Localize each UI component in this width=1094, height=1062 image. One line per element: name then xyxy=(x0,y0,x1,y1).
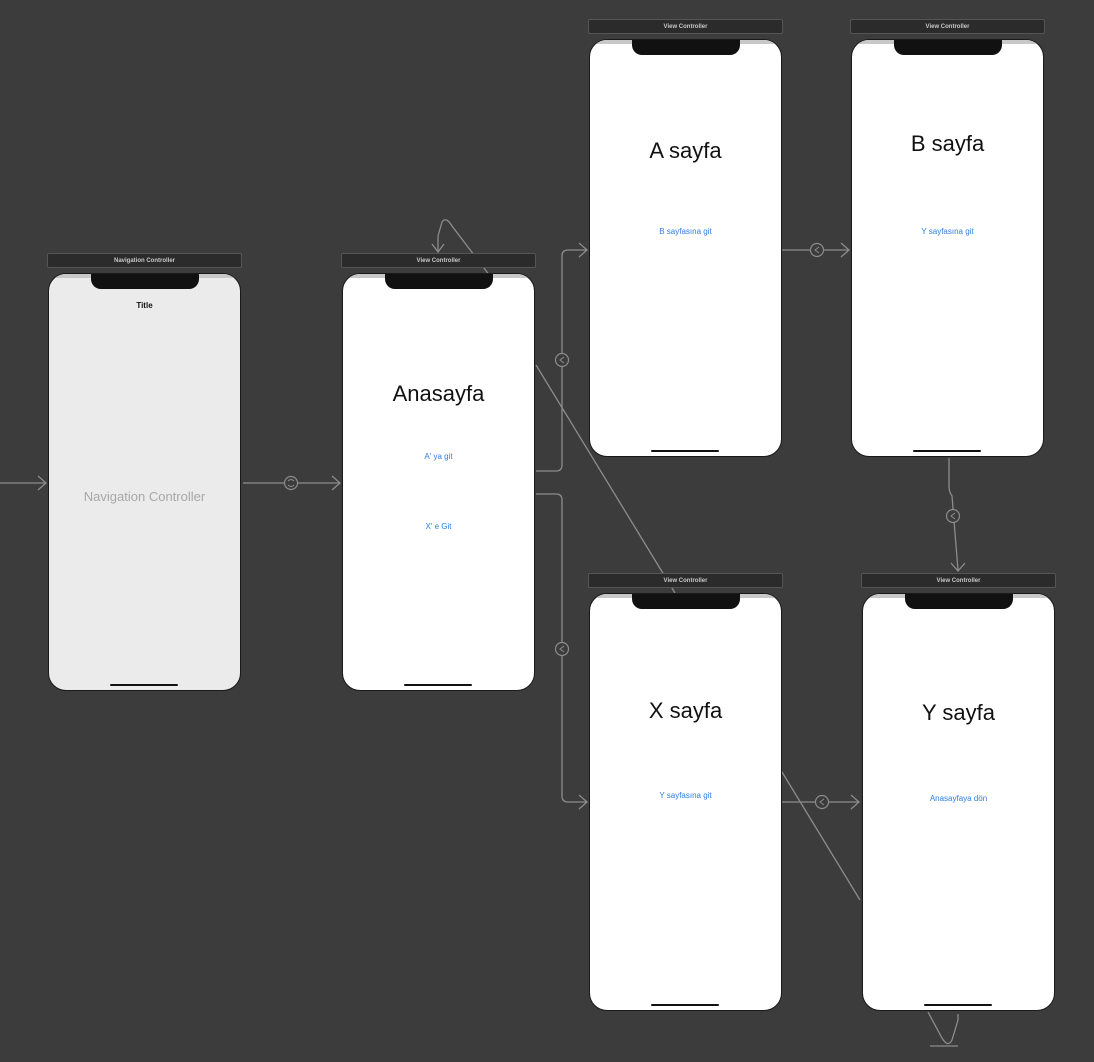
scene-title-bar[interactable]: Navigation Controller xyxy=(47,253,242,268)
navigation-bar-title[interactable]: Title xyxy=(49,301,240,310)
go-to-a-button[interactable]: A' ya git xyxy=(343,452,534,461)
scene-home-view-controller[interactable]: View Controller Anasayfa A' ya git X' e … xyxy=(341,253,536,691)
device-notch xyxy=(632,40,740,55)
heading-label[interactable]: Anasayfa xyxy=(343,381,534,407)
scene-x-view-controller[interactable]: View Controller X sayfa Y sayfasına git xyxy=(588,573,783,1011)
scene-title-bar[interactable]: View Controller xyxy=(341,253,536,268)
scene-title-bar[interactable]: View Controller xyxy=(588,19,783,34)
segue-show-icon-b xyxy=(809,242,825,258)
heading-label[interactable]: Y sayfa xyxy=(863,700,1054,726)
go-to-x-button[interactable]: X' e Git xyxy=(343,522,534,531)
scene-a-view-controller[interactable]: View Controller A sayfa B sayfasına git xyxy=(588,19,783,457)
home-indicator xyxy=(924,1004,992,1006)
home-indicator xyxy=(404,684,472,686)
device-frame[interactable]: B sayfa Y sayfasına git xyxy=(851,39,1044,457)
device-frame[interactable]: Title Navigation Controller xyxy=(48,273,241,691)
navigation-controller-placeholder: Navigation Controller xyxy=(83,489,206,504)
go-to-y-button[interactable]: Y sayfasına git xyxy=(852,227,1043,236)
home-indicator xyxy=(651,450,719,452)
device-frame[interactable]: Y sayfa Anasayfaya dön xyxy=(862,593,1055,1011)
segue-show-icon-a xyxy=(554,352,570,368)
scene-title-bar[interactable]: View Controller xyxy=(850,19,1045,34)
scene-y-view-controller[interactable]: View Controller Y sayfa Anasayfaya dön xyxy=(861,573,1056,1011)
device-notch xyxy=(905,594,1013,609)
device-frame[interactable]: X sayfa Y sayfasına git xyxy=(589,593,782,1011)
home-indicator xyxy=(651,1004,719,1006)
heading-label[interactable]: B sayfa xyxy=(852,131,1043,157)
segue-show-icon-xy xyxy=(814,794,830,810)
device-notch xyxy=(894,40,1002,55)
home-indicator xyxy=(913,450,981,452)
heading-label[interactable]: X sayfa xyxy=(590,698,781,724)
scene-title-bar[interactable]: View Controller xyxy=(588,573,783,588)
scene-title-bar[interactable]: View Controller xyxy=(861,573,1056,588)
device-notch xyxy=(632,594,740,609)
device-frame[interactable]: A sayfa B sayfasına git xyxy=(589,39,782,457)
heading-label[interactable]: A sayfa xyxy=(590,138,781,164)
device-notch xyxy=(91,274,199,289)
go-to-b-button[interactable]: B sayfasına git xyxy=(590,227,781,236)
scene-navigation-controller[interactable]: Navigation Controller Title Navigation C… xyxy=(47,253,242,691)
segue-y-to-home-part1 xyxy=(781,771,861,901)
back-to-home-button[interactable]: Anasayfaya dön xyxy=(863,794,1054,803)
segue-show-icon-y xyxy=(945,508,961,524)
segue-show-icon-x xyxy=(554,641,570,657)
storyboard-canvas[interactable]: Navigation Controller Title Navigation C… xyxy=(0,0,1094,1062)
go-to-y-button[interactable]: Y sayfasına git xyxy=(590,791,781,800)
home-indicator xyxy=(110,684,178,686)
segue-relationship-icon xyxy=(283,475,299,491)
scene-b-view-controller[interactable]: View Controller B sayfa Y sayfasına git xyxy=(850,19,1045,457)
device-notch xyxy=(385,274,493,289)
device-frame[interactable]: Anasayfa A' ya git X' e Git xyxy=(342,273,535,691)
